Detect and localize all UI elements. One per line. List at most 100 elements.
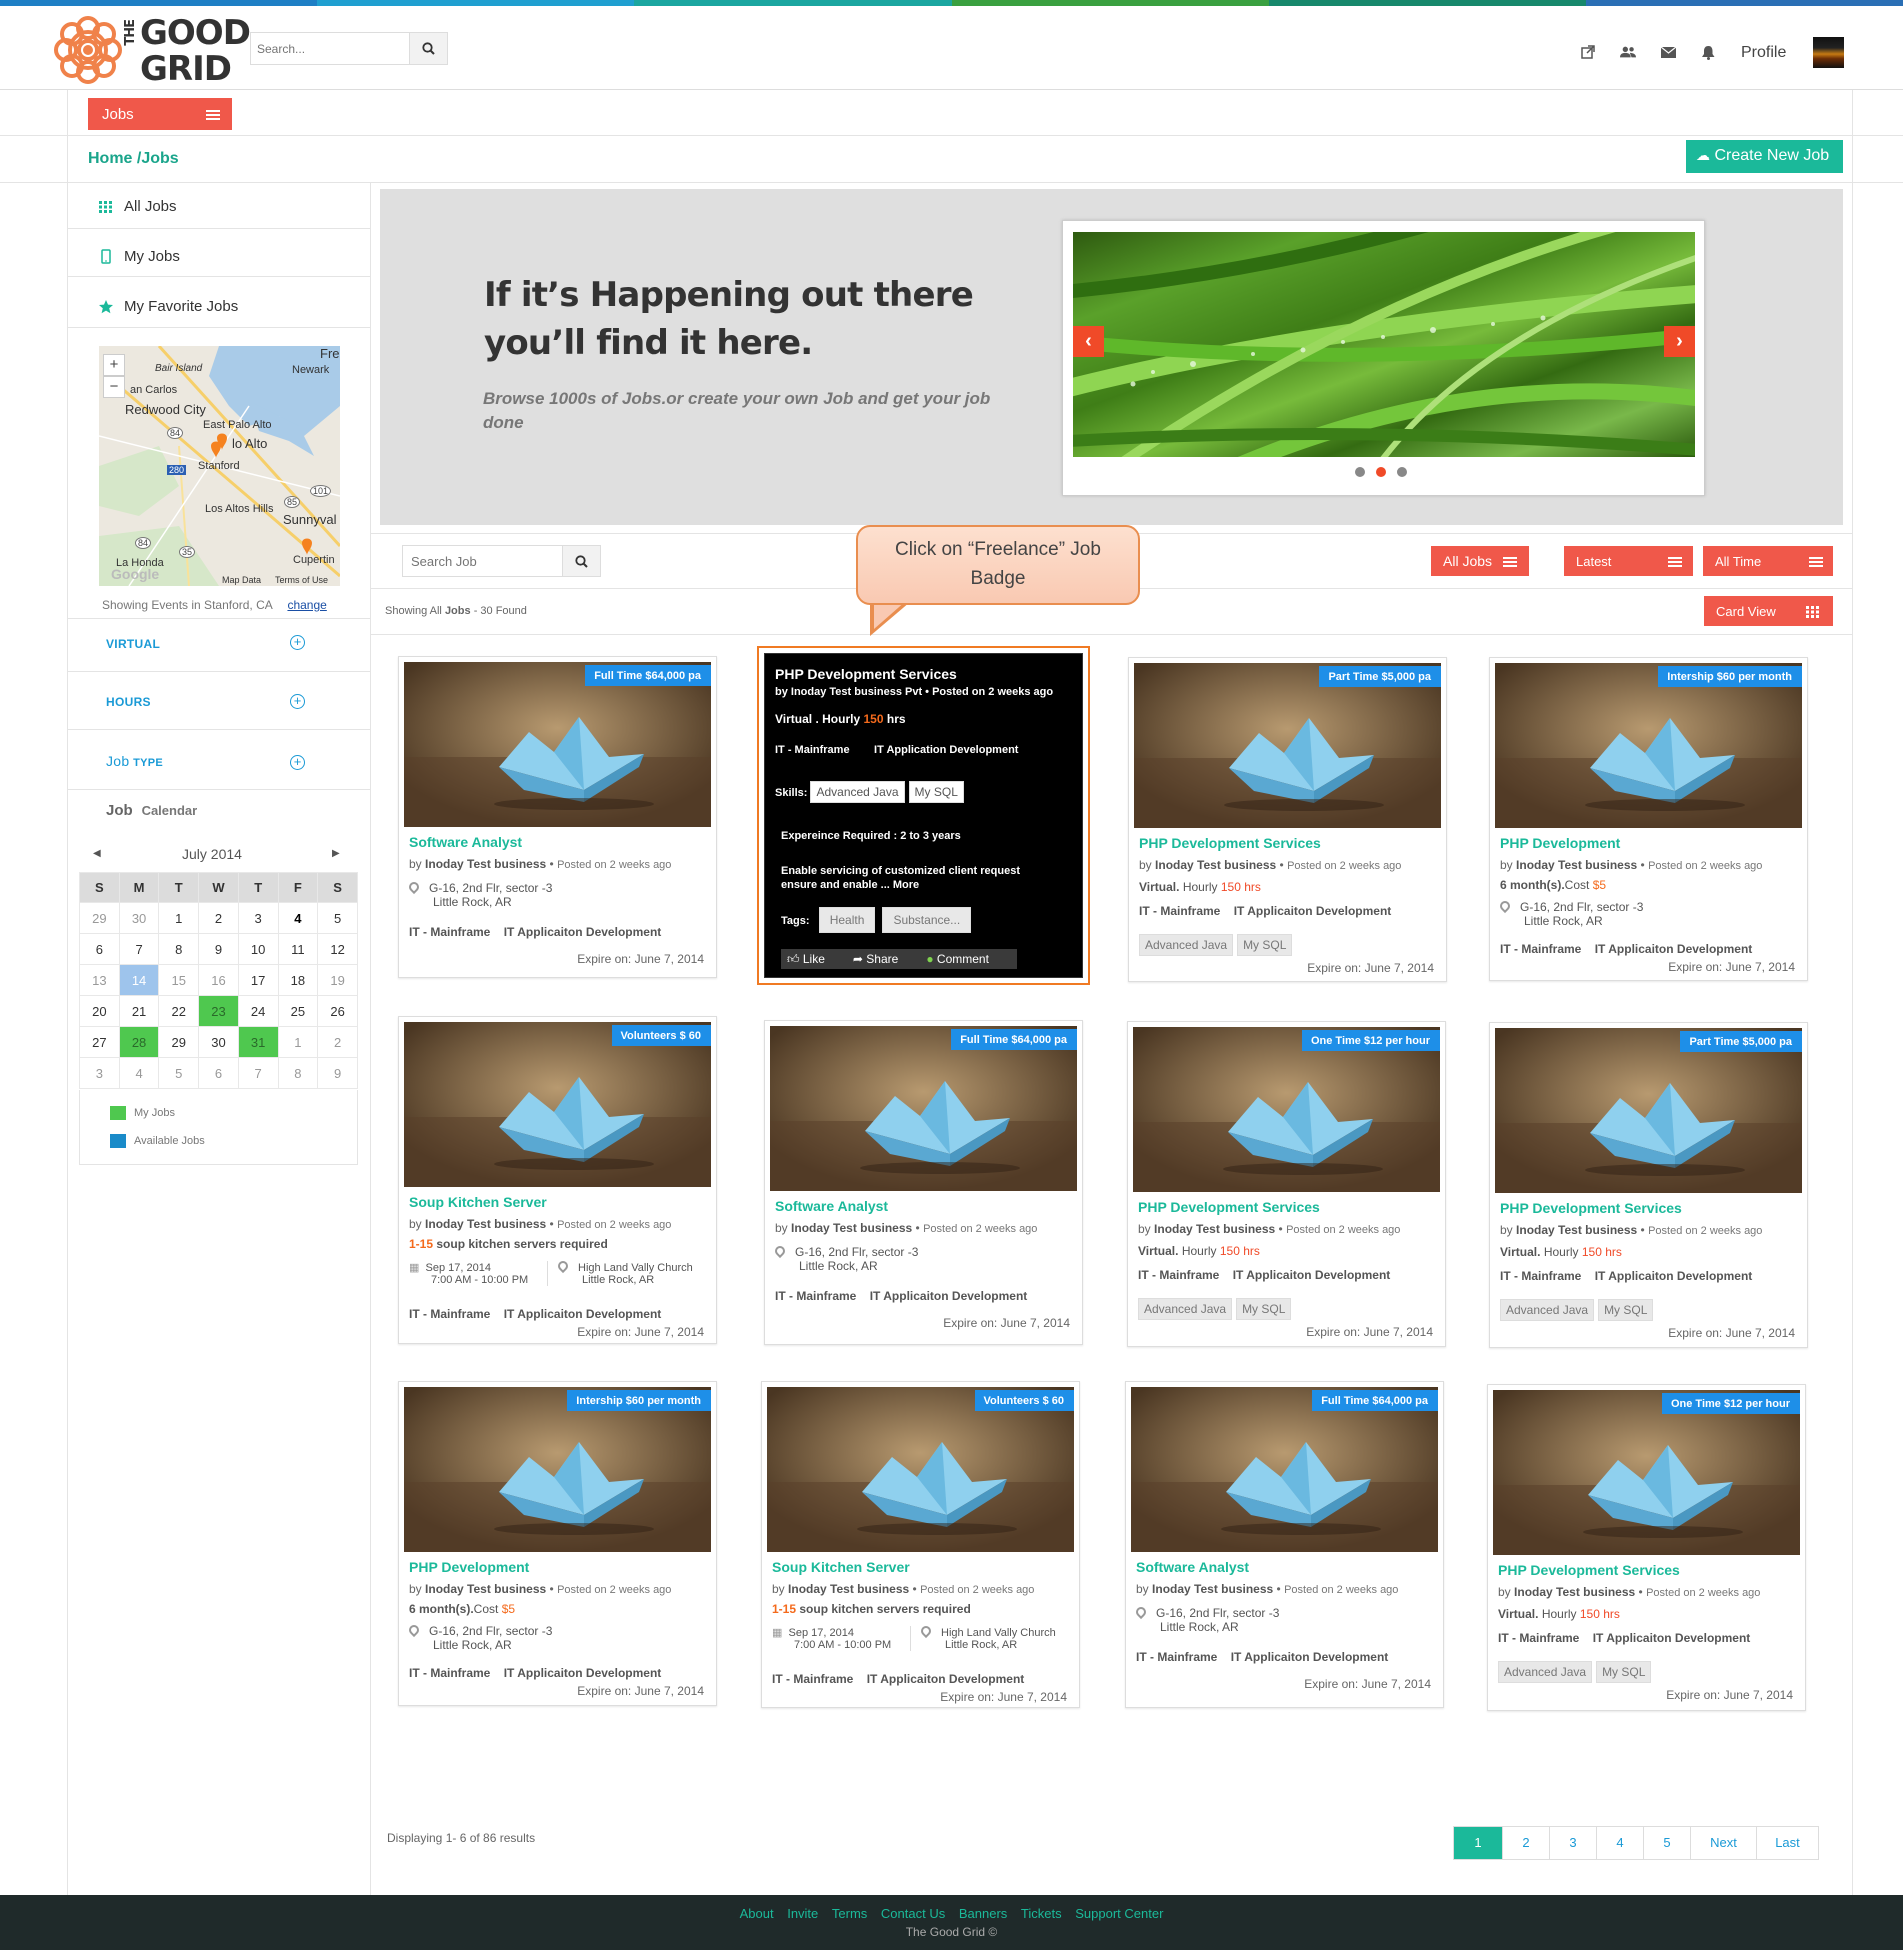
job-search-input[interactable]: [403, 546, 563, 576]
calendar-prev-button[interactable]: ◀: [93, 848, 101, 859]
slider-dot[interactable]: [1397, 467, 1407, 477]
calendar-day[interactable]: 18: [277, 964, 319, 996]
filter-hours[interactable]: HOURS: [106, 695, 151, 709]
footer-link-invite[interactable]: Invite: [787, 1906, 818, 1921]
plus-circle-icon[interactable]: +: [290, 694, 305, 709]
job-type-badge[interactable]: Intership $60 per month: [567, 1390, 711, 1411]
calendar-day[interactable]: 29: [79, 902, 120, 934]
job-card-title[interactable]: Software Analyst: [775, 1198, 888, 1214]
slider-dot[interactable]: [1355, 467, 1365, 477]
like-button[interactable]: 👍︎ Like: [787, 952, 825, 967]
job-type-badge[interactable]: Full Time $64,000 pa: [1312, 1390, 1438, 1411]
calendar-day[interactable]: 3: [237, 902, 279, 934]
job-card-image[interactable]: One Time $12 per hour: [1133, 1027, 1440, 1192]
business-name[interactable]: Inoday Test business: [1154, 1222, 1275, 1236]
calendar-day-my-job[interactable]: 28: [118, 1026, 160, 1058]
calendar-day[interactable]: 20: [79, 995, 120, 1027]
footer-link-contact[interactable]: Contact Us: [881, 1906, 945, 1921]
calendar-day[interactable]: 16: [198, 964, 239, 996]
business-name[interactable]: Inoday Test business: [1516, 1223, 1637, 1237]
logo[interactable]: THE GOOD GRID: [52, 12, 251, 88]
skill-pill[interactable]: My SQL: [1237, 934, 1293, 956]
job-search-button[interactable]: [562, 546, 600, 576]
job-card-title[interactable]: PHP Development Services: [1139, 835, 1321, 851]
footer-link-banners[interactable]: Banners: [959, 1906, 1007, 1921]
map-data-link[interactable]: Map Data: [222, 575, 261, 585]
avatar[interactable]: [1813, 37, 1844, 68]
job-type-badge[interactable]: One Time $12 per hour: [1661, 1393, 1800, 1414]
share-button[interactable]: ➦ Share: [853, 952, 898, 966]
page-4-button[interactable]: 4: [1596, 1827, 1643, 1859]
page-5-button[interactable]: 5: [1643, 1827, 1690, 1859]
business-name[interactable]: Inoday Test business: [1152, 1582, 1273, 1596]
job-card-image[interactable]: Volunteers $ 60: [767, 1387, 1074, 1552]
skill-pill[interactable]: My SQL: [1598, 1299, 1654, 1321]
calendar-day[interactable]: 30: [118, 902, 160, 934]
filter-virtual[interactable]: VIRTUAL: [106, 637, 160, 651]
job-type-badge[interactable]: Part Time $5,000 pa: [1319, 666, 1441, 687]
filter-latest-dropdown[interactable]: Latest: [1564, 546, 1693, 576]
create-new-job-button[interactable]: ☁ Create New Job: [1686, 140, 1843, 173]
job-card-title[interactable]: Software Analyst: [1136, 1559, 1249, 1575]
calendar-day-available[interactable]: 14: [118, 964, 160, 996]
header-search-input[interactable]: [251, 33, 411, 64]
calendar-day[interactable]: 1: [277, 1026, 319, 1058]
business-name[interactable]: Inoday Test business: [1514, 1585, 1635, 1599]
business-name[interactable]: Inoday Test business: [425, 1582, 546, 1596]
footer-link-terms[interactable]: Terms: [832, 1906, 867, 1921]
calendar-day[interactable]: 8: [277, 1057, 319, 1089]
filter-job-type[interactable]: Job TYPE: [106, 753, 163, 769]
slider-dot-active[interactable]: [1376, 467, 1386, 477]
job-card[interactable]: Part Time $5,000 pa PHP Development Servi…: [1128, 657, 1447, 982]
page-3-button[interactable]: 3: [1549, 1827, 1596, 1859]
footer-link-support[interactable]: Support Center: [1075, 1906, 1163, 1921]
job-card-title[interactable]: PHP Development Services: [1498, 1562, 1680, 1578]
job-card[interactable]: Intership $60 per month PHP Development by…: [398, 1381, 717, 1706]
calendar-day[interactable]: 6: [79, 933, 120, 965]
sidebar-item-my-jobs[interactable]: My Jobs: [98, 248, 180, 265]
calendar-day[interactable]: 2: [198, 902, 239, 934]
map[interactable]: + − Fre Bair Island Newark an Carlos Red…: [99, 346, 340, 586]
job-card-image[interactable]: Volunteers $ 60: [404, 1022, 711, 1187]
profile-link[interactable]: Profile: [1741, 44, 1786, 62]
job-type-badge[interactable]: Part Time $5,000 pa: [1680, 1031, 1802, 1052]
calendar-day[interactable]: 7: [237, 1057, 279, 1089]
calendar-day[interactable]: 26: [317, 995, 358, 1027]
filter-all-time-dropdown[interactable]: All Time: [1703, 546, 1833, 576]
job-type-badge[interactable]: Intership $60 per month: [1658, 666, 1802, 687]
calendar-day[interactable]: 6: [198, 1057, 239, 1089]
slider-next-arrow[interactable]: ›: [1664, 326, 1695, 357]
tag-pill[interactable]: Health: [818, 907, 876, 933]
calendar-next-button[interactable]: ▶: [332, 848, 340, 859]
bell-icon[interactable]: [1700, 44, 1716, 60]
job-card-title[interactable]: Software Analyst: [409, 834, 522, 850]
job-card-title[interactable]: Soup Kitchen Server: [409, 1194, 547, 1210]
business-name[interactable]: Inoday Test business: [1516, 858, 1637, 872]
skill-pill[interactable]: Advanced Java: [1138, 1298, 1233, 1320]
footer-link-tickets[interactable]: Tickets: [1021, 1906, 1062, 1921]
calendar-day[interactable]: 2: [317, 1026, 358, 1058]
calendar-day[interactable]: 25: [277, 995, 319, 1027]
calendar-day[interactable]: 9: [317, 1057, 358, 1089]
page-2-button[interactable]: 2: [1502, 1827, 1549, 1859]
business-name[interactable]: Inoday Test business: [788, 1582, 909, 1596]
sidebar-item-all-jobs[interactable]: All Jobs: [98, 198, 177, 215]
skill-pill[interactable]: My SQL: [1596, 1661, 1652, 1683]
business-name[interactable]: Inoday Test business: [1155, 858, 1276, 872]
job-card[interactable]: Intership $60 per month PHP Development by…: [1489, 657, 1808, 981]
calendar-day[interactable]: 15: [158, 964, 200, 996]
calendar-day[interactable]: 4: [118, 1057, 160, 1089]
plus-circle-icon[interactable]: +: [290, 635, 305, 650]
calendar-day-my-job[interactable]: 31: [237, 1026, 279, 1058]
jobs-menu-button[interactable]: Jobs: [88, 98, 232, 130]
next-page-button[interactable]: Next: [1690, 1827, 1756, 1859]
job-card[interactable]: One Time $12 per hour PHP Development Ser…: [1127, 1021, 1446, 1347]
calendar-day-today[interactable]: 4: [277, 902, 319, 934]
calendar-day-my-job[interactable]: 23: [198, 995, 239, 1027]
calendar-day[interactable]: 8: [158, 933, 200, 965]
job-card-image[interactable]: Full Time $64,000 pa: [1131, 1387, 1438, 1552]
change-location-link[interactable]: change: [287, 598, 326, 612]
calendar-day[interactable]: 13: [79, 964, 120, 996]
skill-pill[interactable]: Advanced Java: [810, 781, 905, 803]
job-card-expanded[interactable]: PHP Development Services by Inoday Test …: [757, 646, 1090, 985]
